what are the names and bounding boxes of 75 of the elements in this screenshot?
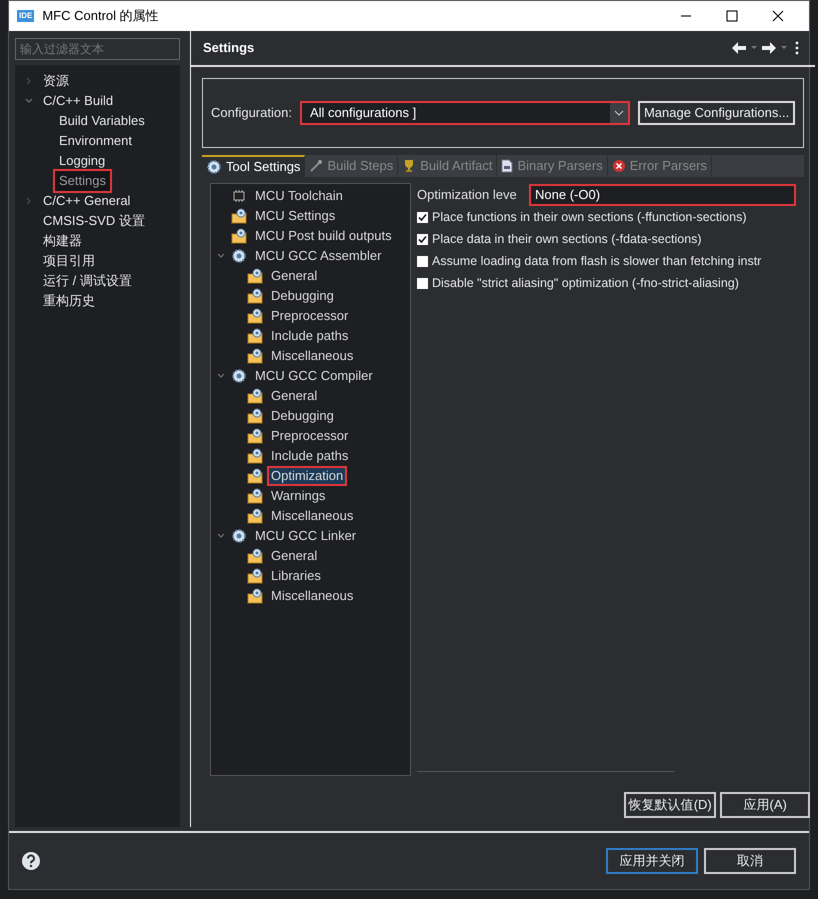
page-button[interactable]: 应用(A): [720, 792, 810, 818]
dialog-button[interactable]: 取消: [704, 848, 796, 874]
folder-gear-icon: [247, 268, 263, 284]
tree-item[interactable]: Miscellaneous: [267, 586, 358, 606]
tree-item[interactable]: Warnings: [267, 486, 330, 506]
tree-item[interactable]: MCU GCC Assembler: [251, 246, 386, 266]
error-icon: [612, 159, 626, 173]
configuration-dropdown[interactable]: All configurations ]: [300, 101, 630, 125]
checkbox[interactable]: [417, 278, 428, 288]
gear-icon: [231, 248, 247, 264]
folder-gear-icon: [247, 468, 263, 484]
folder-gear-icon: [247, 328, 263, 344]
tree-item[interactable]: Debugging: [267, 406, 338, 426]
chip-icon: [231, 189, 247, 203]
checkbox[interactable]: [417, 212, 428, 222]
option-label: Place functions in their own sections (-ffunction-sections): [432, 208, 747, 226]
tree-item[interactable]: General: [267, 546, 322, 566]
gear-icon: [231, 368, 247, 384]
folder-gear-icon: [247, 408, 263, 424]
page-title: Settings: [203, 39, 254, 58]
folder-gear-icon: [231, 208, 247, 224]
optimization-level-label: Optimization leve: [417, 186, 518, 204]
folder-gear-icon: [247, 568, 263, 584]
tree-item[interactable]: MCU Settings: [251, 206, 340, 226]
help-icon[interactable]: [21, 851, 41, 871]
tree-item[interactable]: Miscellaneous: [267, 506, 358, 526]
folder-gear-icon: [247, 428, 263, 444]
option-label: Assume loading data from flash is slower than fetching instr: [432, 252, 762, 270]
manage-configurations-button[interactable]: Manage Configurations...: [638, 101, 796, 125]
tree-item[interactable]: General: [267, 386, 322, 406]
optimization-level-field[interactable]: None (-O0): [529, 184, 796, 206]
tree-item[interactable]: MCU Toolchain: [251, 186, 347, 206]
tree-item[interactable]: Debugging: [267, 286, 338, 306]
folder-gear-icon: [247, 488, 263, 504]
option-label: Place data in their own sections (-fdata-sections): [432, 230, 702, 248]
forward-arrow-icon[interactable]: [761, 41, 778, 55]
tab[interactable]: Tool Settings: [202, 155, 306, 177]
dialog-button[interactable]: 应用并关闭: [606, 848, 698, 874]
folder-gear-icon: [247, 508, 263, 524]
tree-item[interactable]: MCU Post build outputs: [251, 226, 396, 246]
tree-item[interactable]: General: [267, 266, 322, 286]
tree-item[interactable]: Include paths: [267, 446, 352, 466]
tree-item[interactable]: Preprocessor: [267, 426, 352, 446]
gear-icon: [231, 528, 247, 544]
tree-item[interactable]: Optimization: [267, 466, 348, 486]
folder-gear-icon: [247, 448, 263, 464]
check-icon: [418, 234, 427, 244]
folder-gear-icon: [247, 388, 263, 404]
document-icon: [501, 159, 514, 173]
window-title: MFC Control 的属性: [42, 7, 159, 26]
wand-icon: [309, 159, 324, 173]
page-button[interactable]: 恢复默认值(D): [624, 792, 716, 818]
folder-gear-icon: [247, 588, 263, 604]
gear-icon: [206, 159, 222, 175]
folder-gear-icon: [247, 348, 263, 364]
check-icon: [418, 212, 427, 222]
folder-gear-icon: [231, 228, 247, 244]
folder-gear-icon: [247, 548, 263, 564]
option-label: Disable "strict aliasing" optimization (-fno-strict-aliasing): [432, 274, 739, 292]
tree-item[interactable]: Include paths: [267, 326, 352, 346]
tree-item[interactable]: Libraries: [267, 566, 325, 586]
filter-field[interactable]: 输入过滤器文本: [15, 38, 180, 60]
tree-item[interactable]: MCU GCC Linker: [251, 526, 360, 546]
back-arrow-icon[interactable]: [731, 41, 748, 55]
nav-item[interactable]: Settings: [53, 169, 112, 193]
checkbox[interactable]: [417, 234, 428, 244]
checkbox[interactable]: [417, 256, 428, 266]
tree-item[interactable]: Miscellaneous: [267, 346, 358, 366]
tree-item[interactable]: MCU GCC Compiler: [251, 366, 377, 386]
tree-item[interactable]: Preprocessor: [267, 306, 352, 326]
app-icon: IDE: [17, 10, 34, 22]
folder-gear-icon: [247, 308, 263, 324]
chevron-down-icon: [614, 109, 624, 117]
configuration-label: Configuration:: [211, 104, 292, 122]
folder-gear-icon: [247, 288, 263, 304]
